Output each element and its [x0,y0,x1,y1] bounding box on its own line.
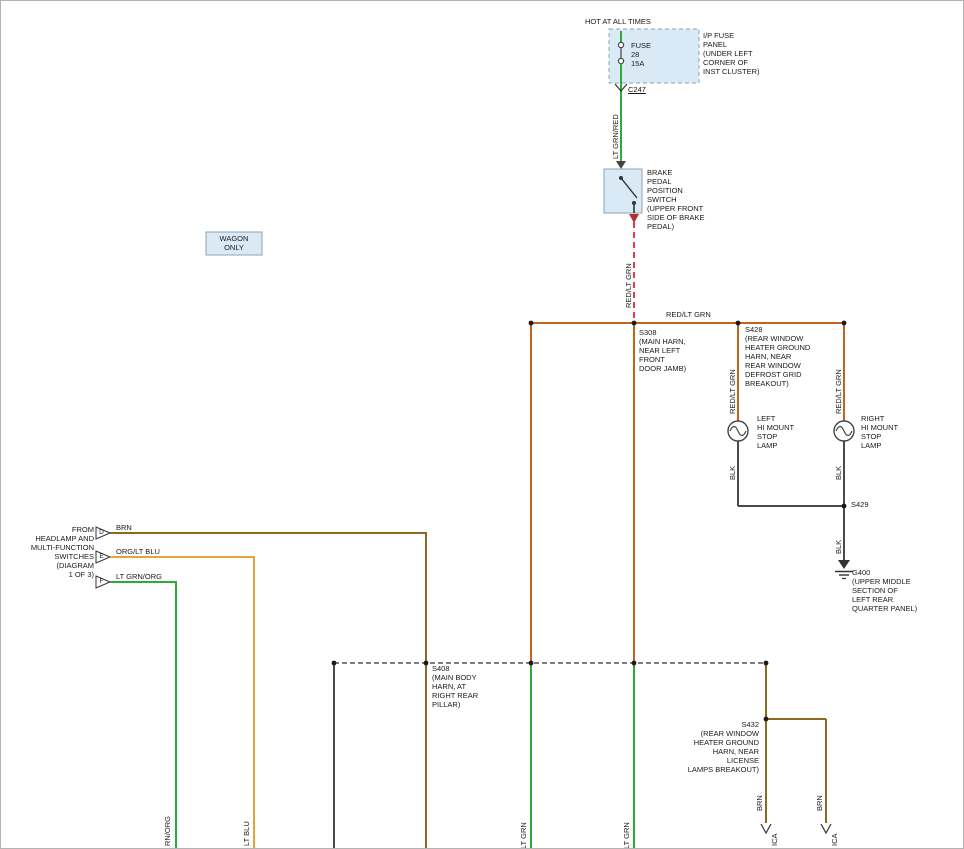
wire-label-lt-grn-bottom-2: LT GRN [623,822,631,849]
connector-c247-label: C247 [628,85,646,94]
splice-s432-label: S432 (REAR WINDOW HEATER GROUND HARN, NE… [649,720,759,774]
ip-fuse-panel-note: I/P FUSE PANEL (UNDER LEFT CORNER OF INS… [703,31,760,76]
connector-arrow-icon [629,214,639,223]
wire-label-lt-grn-red: LT GRN/RED [612,114,620,159]
wire-label-org-lt-blu: ORG/LT BLU [116,547,160,556]
fuse-label: FUSE 28 15A [631,41,651,68]
wire-blk-grounds [738,441,844,560]
from-switches-label: FROM HEADLAMP AND MULTI-FUNCTION SWITCHE… [17,525,94,579]
hot-at-all-times-label: HOT AT ALL TIMES [585,17,651,26]
wire-label-brn: BRN [116,523,132,532]
wire-label-rn-org-bottom: RN/ORG [164,816,172,846]
connector-label-license-2: ICA [831,833,839,846]
wire-label-blk-right: BLK [835,466,843,480]
fuse-panel-box [609,29,699,83]
license-connector-arrow-icons [761,824,831,833]
splice-s429-label: S429 [851,500,869,509]
splice-s428-label: S428 (REAR WINDOW HEATER GROUND HARN, NE… [745,325,810,388]
splice-s408-label: S408 (MAIN BODY HARN, AT RIGHT REAR PILL… [432,664,478,709]
connector-letter-d: D [97,529,106,536]
wire-label-lt-grn-bottom-1: LT GRN [520,822,528,849]
wire-label-red-lt-grn-left: RED/LT GRN [729,369,737,414]
wire-label-red-lt-grn-bus: RED/LT GRN [666,310,711,319]
wire-label-red-lt-grn-right: RED/LT GRN [835,369,843,414]
ground-g400-label: G400 (UPPER MIDDLE SECTION OF LEFT REAR … [852,568,917,613]
wire-lt-grn-rear [531,663,634,849]
brake-switch-label: BRAKE PEDAL POSITION SWITCH (UPPER FRONT… [647,168,705,231]
wire-label-brn-bottom-1: BRN [756,795,764,811]
wire-label-lt-blu-bottom: LT BLU [243,821,251,846]
wiring-svg [1,1,964,849]
connector-letter-f: F [97,578,106,585]
connector-letter-e: E [97,553,106,560]
splice-s308-label: S308 (MAIN HARN, NEAR LEFT FRONT DOOR JA… [639,328,686,373]
wire-org-lt-blu [110,557,254,849]
wire-label-red-lt-grn-vertical: RED/LT GRN [625,263,633,308]
wire-lt-grn-org [110,582,176,849]
ground-icon [835,560,853,579]
connector-label-license-1: ICA [771,833,779,846]
wire-label-blk-left: BLK [729,466,737,480]
wire-label-blk-bottom: BLK [835,540,843,554]
right-stop-lamp-label: RIGHT HI MOUNT STOP LAMP [861,414,898,450]
wire-label-lt-grn-org: LT GRN/ORG [116,572,162,581]
stop-lamp-left-icon [728,421,748,441]
wire-label-brn-bottom-2: BRN [816,795,824,811]
wagon-only-label: WAGON ONLY [206,234,262,252]
wiring-diagram-canvas: HOT AT ALL TIMES FUSE 28 15A I/P FUSE PA… [0,0,964,849]
left-stop-lamp-label: LEFT HI MOUNT STOP LAMP [757,414,794,450]
brake-switch-box [604,161,642,213]
stop-lamp-right-icon [834,421,854,441]
